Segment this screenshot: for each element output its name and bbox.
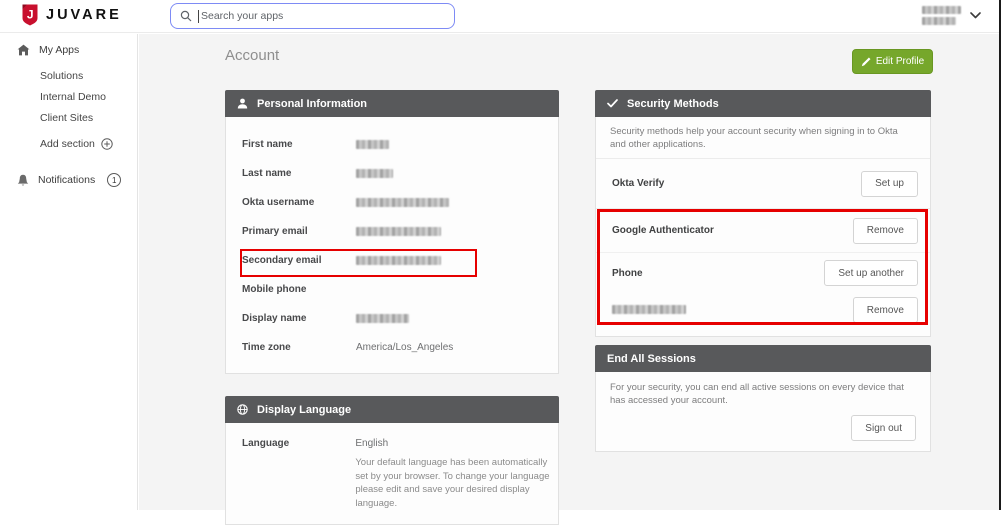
security-methods-card: Security Methods Security methods help y… xyxy=(595,90,931,337)
field-row-display-name: Display name xyxy=(226,304,558,333)
field-row-okta-username: Okta username xyxy=(226,188,558,217)
field-row-primary-email: Primary email xyxy=(226,217,558,246)
user-menu[interactable] xyxy=(922,6,981,25)
sidebar-item-my-apps[interactable]: My Apps xyxy=(17,44,79,56)
field-value: America/Los_Angeles xyxy=(356,342,454,353)
field-row-secondary-email: Secondary email xyxy=(226,246,558,275)
security-methods-header: Security Methods xyxy=(595,90,931,117)
sidebar-item-label: Notifications xyxy=(38,174,96,186)
field-label: Okta username xyxy=(242,197,315,208)
method-label: Google Authenticator xyxy=(612,225,714,236)
sidebar-item-solutions[interactable]: Solutions xyxy=(40,70,83,82)
field-value-redacted xyxy=(340,198,449,207)
sidebar-item-add-section[interactable]: Add section xyxy=(40,138,113,150)
end-all-sessions-card: End All Sessions For your security, you … xyxy=(595,345,931,452)
field-label: Primary email xyxy=(242,226,308,237)
juvare-logo[interactable]: J JUVARE xyxy=(21,4,122,26)
sidebar-item-label: Internal Demo xyxy=(40,91,106,103)
user-name-redacted xyxy=(922,6,961,25)
phone-number-redacted xyxy=(612,301,686,319)
field-label: Display name xyxy=(242,313,307,324)
text-cursor xyxy=(198,9,199,23)
field-label: Time zone xyxy=(242,342,291,353)
display-language-card: Display Language Language English Your d… xyxy=(225,396,559,525)
personal-information-header: Personal Information xyxy=(225,90,559,117)
field-row-time-zone: Time zone America/Los_Angeles xyxy=(226,333,558,362)
security-row-google-authenticator: Google Authenticator Remove xyxy=(596,209,930,253)
globe-icon xyxy=(237,404,248,415)
chevron-down-icon xyxy=(970,12,981,19)
end-all-sessions-description: For your security, you can end all activ… xyxy=(610,382,904,406)
field-value-redacted xyxy=(340,169,393,178)
field-row-mobile-phone: Mobile phone xyxy=(226,275,558,304)
sign-out-button[interactable]: Sign out xyxy=(851,415,916,441)
field-value-redacted xyxy=(340,140,389,149)
search-icon xyxy=(180,10,192,22)
top-bar: J JUVARE xyxy=(0,0,999,33)
method-label: Phone xyxy=(612,267,643,279)
phone-set-up-another-button[interactable]: Set up another xyxy=(824,260,918,286)
card-title: Security Methods xyxy=(627,97,719,110)
end-all-sessions-header: End All Sessions xyxy=(595,345,931,372)
card-title: Personal Information xyxy=(257,97,368,110)
app-search-box[interactable] xyxy=(170,3,455,29)
check-icon xyxy=(607,99,618,108)
main-content: Account Edit Profile Personal Informatio… xyxy=(139,34,999,525)
sidebar-item-label: Client Sites xyxy=(40,112,94,124)
sidebar-item-notifications[interactable]: Notifications 1 xyxy=(17,173,122,187)
card-title: End All Sessions xyxy=(607,352,696,365)
pencil-icon xyxy=(861,57,871,67)
language-value: English xyxy=(355,438,389,449)
home-icon xyxy=(17,44,30,56)
display-language-header: Display Language xyxy=(225,396,559,423)
security-methods-body: Security methods help your account secur… xyxy=(595,117,931,337)
security-row-phone: Phone Set up another xyxy=(596,253,930,293)
page-title: Account xyxy=(225,47,280,64)
field-row-first-name: First name xyxy=(226,130,558,159)
sidebar-item-label: Add section xyxy=(40,138,95,150)
field-value-redacted xyxy=(340,314,409,323)
sidebar-item-internal-demo[interactable]: Internal Demo xyxy=(40,91,106,103)
edit-profile-label: Edit Profile xyxy=(875,56,925,67)
juvare-logo-text: JUVARE xyxy=(46,7,122,23)
bell-icon xyxy=(17,174,29,187)
card-title: Display Language xyxy=(257,403,352,416)
sidebar-item-label: My Apps xyxy=(39,44,80,56)
plus-circle-icon xyxy=(101,138,113,150)
field-row-last-name: Last name xyxy=(226,159,558,188)
sidebar: My Apps Solutions Internal Demo Client S… xyxy=(0,34,138,510)
notification-count-badge: 1 xyxy=(107,173,122,187)
phone-remove-button[interactable]: Remove xyxy=(852,297,918,323)
security-methods-description: Security methods help your account secur… xyxy=(596,117,930,159)
field-value-redacted xyxy=(340,227,441,236)
security-row-okta-verify: Okta Verify Set up xyxy=(596,159,930,209)
field-label: First name xyxy=(242,139,293,150)
sidebar-item-client-sites[interactable]: Client Sites xyxy=(40,112,93,124)
security-row-phone-number: Remove xyxy=(596,293,930,336)
edit-profile-button[interactable]: Edit Profile xyxy=(852,49,933,74)
sidebar-item-label: Solutions xyxy=(40,70,84,82)
field-label: Last name xyxy=(242,168,292,179)
search-input[interactable] xyxy=(201,10,445,22)
personal-information-card: Personal Information First name Last nam… xyxy=(225,90,559,374)
field-value-redacted xyxy=(340,256,441,265)
google-authenticator-remove-button[interactable]: Remove xyxy=(852,217,918,244)
language-label: Language xyxy=(242,438,290,449)
svg-text:J: J xyxy=(27,8,34,22)
end-all-sessions-body: For your security, you can end all activ… xyxy=(595,372,931,452)
language-description: Your default language has been automatic… xyxy=(355,457,550,509)
field-label: Secondary email xyxy=(242,255,322,266)
juvare-logo-icon: J xyxy=(21,4,39,26)
field-label: Mobile phone xyxy=(242,284,307,295)
okta-verify-set-up-button[interactable]: Set up xyxy=(861,170,918,197)
method-label: Okta Verify xyxy=(612,178,665,189)
personal-information-body: First name Last name Okta username Prima… xyxy=(225,117,559,374)
person-icon xyxy=(237,98,248,109)
